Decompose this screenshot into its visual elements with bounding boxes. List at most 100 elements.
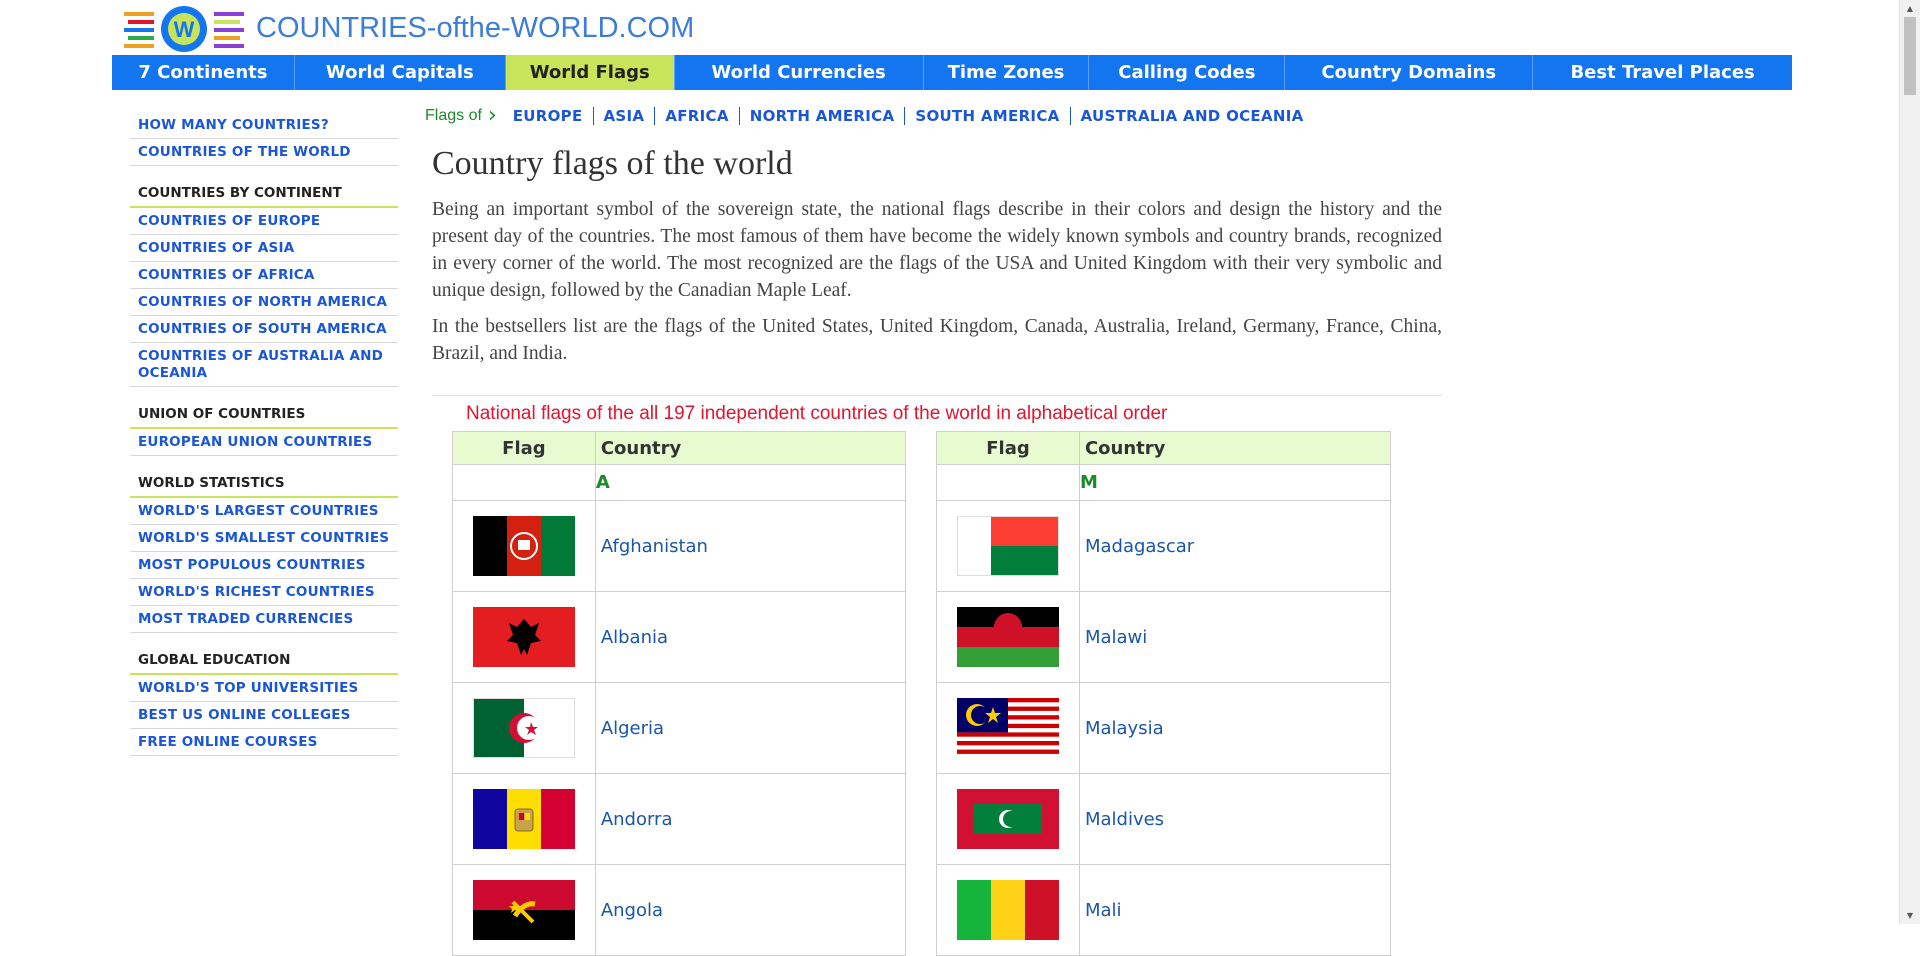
- sidebar-link-universities[interactable]: WORLD'S TOP UNIVERSITIES: [130, 675, 398, 702]
- chevron-right-icon: ›: [487, 103, 497, 128]
- country-andorra[interactable]: Andorra: [594, 773, 907, 865]
- country-angola[interactable]: Angola: [594, 864, 907, 956]
- breadcrumb-europe[interactable]: EUROPE: [503, 107, 594, 125]
- svg-text:W: W: [174, 17, 195, 42]
- sidebar-heading-continent: COUNTRIES BY CONTINENT: [130, 180, 398, 208]
- sidebar-heading-education: GLOBAL EDUCATION: [130, 647, 398, 675]
- sidebar-link-richest[interactable]: WORLD'S RICHEST COUNTRIES: [130, 579, 398, 606]
- table-row: Malawi: [936, 591, 1392, 683]
- letter-row: A: [452, 464, 907, 501]
- empty-cell: [936, 464, 1080, 501]
- site-title[interactable]: COUNTRIES-ofthe-WORLD.COM: [256, 12, 694, 45]
- sidebar-link-online-courses[interactable]: FREE ONLINE COURSES: [130, 729, 398, 756]
- breadcrumb-south-america[interactable]: SOUTH AMERICA: [905, 107, 1071, 125]
- flag-maldives-icon[interactable]: [956, 789, 1059, 849]
- letter-heading: A: [594, 464, 907, 501]
- sidebar-link-currencies[interactable]: MOST TRADED CURRENCIES: [130, 606, 398, 633]
- flag-angola-icon[interactable]: [472, 880, 575, 940]
- divider: [432, 395, 1442, 396]
- breadcrumb-africa[interactable]: AFRICA: [655, 107, 740, 125]
- table-row: Maldives: [936, 773, 1392, 865]
- sidebar-link-north-america[interactable]: COUNTRIES OF NORTH AMERICA: [130, 289, 398, 316]
- breadcrumb-north-america[interactable]: NORTH AMERICA: [740, 107, 906, 125]
- sidebar-link-largest[interactable]: WORLD'S LARGEST COUNTRIES: [130, 498, 398, 525]
- table-row: Algeria: [452, 682, 907, 774]
- flag-madagascar-icon[interactable]: [956, 516, 1059, 576]
- nav-world-currencies[interactable]: World Currencies: [675, 55, 924, 90]
- sidebar-link-asia[interactable]: COUNTRIES OF ASIA: [130, 235, 398, 262]
- column-header-country: Country: [1078, 431, 1392, 465]
- country-algeria[interactable]: Algeria: [594, 682, 907, 774]
- flag-cell: [452, 773, 596, 865]
- flag-cell: [936, 591, 1080, 683]
- page-title: Country flags of the world: [432, 145, 793, 182]
- sidebar-link-online-colleges[interactable]: BEST US ONLINE COLLEGES: [130, 702, 398, 729]
- sidebar-link-africa[interactable]: COUNTRIES OF AFRICA: [130, 262, 398, 289]
- flag-albania-icon[interactable]: [472, 607, 575, 667]
- country-maldives[interactable]: Maldives: [1078, 773, 1392, 865]
- table-row: Angola: [452, 864, 907, 956]
- country-albania[interactable]: Albania: [594, 591, 907, 683]
- column-header-flag: Flag: [936, 431, 1080, 465]
- flag-andorra-icon[interactable]: [472, 789, 575, 849]
- flag-mali-icon[interactable]: [956, 880, 1059, 940]
- flag-cell: [936, 500, 1080, 592]
- country-malaysia[interactable]: Malaysia: [1078, 682, 1392, 774]
- nav-country-domains[interactable]: Country Domains: [1285, 55, 1534, 90]
- intro-paragraph: Being an important symbol of the soverei…: [432, 199, 1442, 301]
- sidebar-link-australia-oceania[interactable]: COUNTRIES OF AUSTRALIA AND OCEANIA: [130, 343, 398, 387]
- letter-heading: M: [1078, 464, 1392, 501]
- nav-best-travel-places[interactable]: Best Travel Places: [1533, 55, 1792, 90]
- column-header-country: Country: [594, 431, 907, 465]
- sidebar-link-populous[interactable]: MOST POPULOUS COUNTRIES: [130, 552, 398, 579]
- flags-table-m: Flag Country M Madagascar Malawi Malaysi…: [936, 431, 1392, 956]
- flag-cell: [936, 773, 1080, 865]
- nav-time-zones[interactable]: Time Zones: [924, 55, 1090, 90]
- site-logo-icon[interactable]: W: [122, 4, 246, 54]
- empty-cell: [452, 464, 596, 501]
- scroll-up-arrow-icon[interactable]: ▲: [1900, 0, 1920, 17]
- sidebar-link-how-many-countries[interactable]: HOW MANY COUNTRIES?: [130, 112, 398, 139]
- table-title: National flags of the all 197 independen…: [466, 403, 1168, 424]
- country-afghanistan[interactable]: Afghanistan: [594, 500, 907, 592]
- flag-algeria-icon[interactable]: [472, 698, 575, 758]
- column-header-flag: Flag: [452, 431, 596, 465]
- sidebar-link-countries-of-the-world[interactable]: COUNTRIES OF THE WORLD: [130, 139, 398, 166]
- table-row: Albania: [452, 591, 907, 683]
- sidebar-link-europe[interactable]: COUNTRIES OF EUROPE: [130, 208, 398, 235]
- flag-cell: [452, 500, 596, 592]
- nav-7-continents[interactable]: 7 Continents: [112, 55, 295, 90]
- breadcrumb-asia[interactable]: ASIA: [594, 107, 656, 125]
- table-row: Madagascar: [936, 500, 1392, 592]
- vertical-scrollbar[interactable]: ▲ ▼: [1899, 0, 1920, 924]
- flag-afghanistan-icon[interactable]: [472, 516, 575, 576]
- nav-calling-codes[interactable]: Calling Codes: [1089, 55, 1286, 90]
- flag-malaysia-icon[interactable]: [956, 698, 1059, 758]
- sidebar-heading-statistics: WORLD STATISTICS: [130, 470, 398, 498]
- flag-cell: [936, 864, 1080, 956]
- country-madagascar[interactable]: Madagascar: [1078, 500, 1392, 592]
- breadcrumb-australia-oceania[interactable]: AUSTRALIA AND OCEANIA: [1071, 107, 1314, 125]
- scrollbar-thumb[interactable]: [1904, 17, 1916, 95]
- sidebar: HOW MANY COUNTRIES? COUNTRIES OF THE WOR…: [130, 112, 398, 756]
- flag-cell: [452, 864, 596, 956]
- flags-table-a: Flag Country A Afghanistan Albania Alger…: [452, 431, 907, 956]
- bestsellers-paragraph: In the bestsellers list are the flags of…: [432, 316, 1442, 364]
- nav-world-flags[interactable]: World Flags: [505, 55, 675, 90]
- table-header-row: Flag Country: [452, 431, 907, 465]
- sidebar-link-eu[interactable]: EUROPEAN UNION COUNTRIES: [130, 429, 398, 456]
- breadcrumb-label: Flags of: [425, 107, 482, 124]
- country-malawi[interactable]: Malawi: [1078, 591, 1392, 683]
- table-row: Andorra: [452, 773, 907, 865]
- flag-malawi-icon[interactable]: [956, 607, 1059, 667]
- country-mali[interactable]: Mali: [1078, 864, 1392, 956]
- flag-cell: [936, 682, 1080, 774]
- nav-world-capitals[interactable]: World Capitals: [295, 55, 506, 90]
- main-navigation: 7 Continents World Capitals World Flags …: [112, 55, 1792, 90]
- scroll-down-arrow-icon[interactable]: ▼: [1900, 907, 1920, 924]
- sidebar-heading-union: UNION OF COUNTRIES: [130, 401, 398, 429]
- letter-row: M: [936, 464, 1392, 501]
- sidebar-link-south-america[interactable]: COUNTRIES OF SOUTH AMERICA: [130, 316, 398, 343]
- sidebar-link-smallest[interactable]: WORLD'S SMALLEST COUNTRIES: [130, 525, 398, 552]
- table-row: Malaysia: [936, 682, 1392, 774]
